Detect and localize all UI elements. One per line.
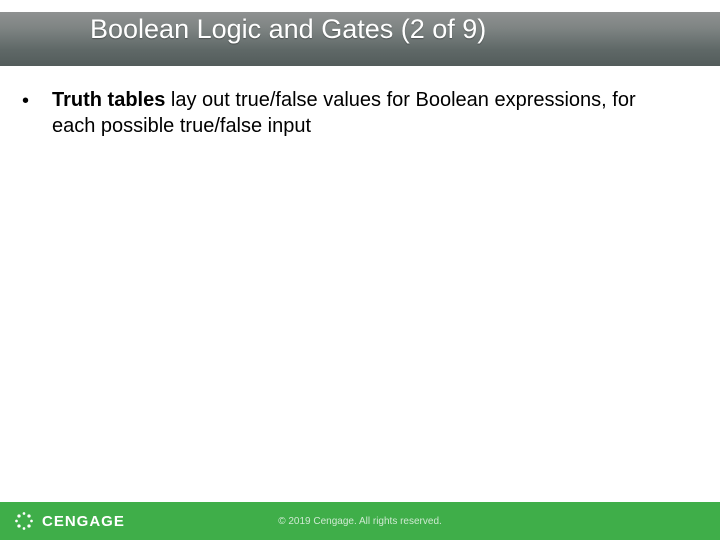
cengage-icon — [14, 511, 34, 531]
copyright-text: © 2019 Cengage. All rights reserved. — [0, 516, 720, 527]
bullet-bold: Truth tables — [52, 89, 165, 111]
slide-title: Boolean Logic and Gates (2 of 9) — [90, 14, 486, 45]
footer-bar: © 2019 Cengage. All rights reserved. — [0, 502, 720, 540]
slide: Boolean Logic and Gates (2 of 9) • Truth… — [0, 0, 720, 540]
bullet-text: Truth tables lay out true/false values f… — [52, 88, 680, 139]
title-bar: Boolean Logic and Gates (2 of 9) — [0, 12, 720, 66]
bullet-marker: • — [22, 88, 52, 139]
bullet-item: • Truth tables lay out true/false values… — [22, 88, 680, 139]
content-area: • Truth tables lay out true/false values… — [22, 88, 680, 139]
